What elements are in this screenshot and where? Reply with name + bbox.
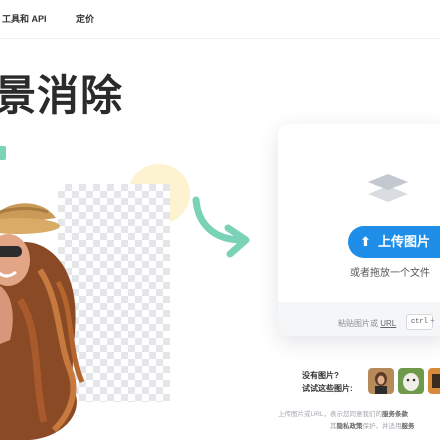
paste-hint: 粘贴图片或 URL xyxy=(338,318,396,329)
paste-url-link[interactable]: URL xyxy=(380,319,396,328)
upload-card: ⬆ 上传图片 或者拖放一个文件 粘贴图片或 URL ctrl + xyxy=(278,124,440,336)
upload-button-label: 上传图片 xyxy=(378,234,431,249)
service-link[interactable]: 服务 xyxy=(402,423,415,430)
upload-icon: ⬆ xyxy=(360,234,371,249)
arrow-icon xyxy=(192,196,250,258)
legal-line-1-text: 上传图片或URL，表示您同意我们的 xyxy=(278,411,383,418)
legal-line-2-mid: 保护，并适用 xyxy=(362,423,402,430)
legal-line-1: 上传图片或URL，表示您同意我们的服务条款 xyxy=(278,408,408,418)
legal-line-2: 其隐私政策保护，并适用服务 xyxy=(330,420,415,430)
ctrl-key-badge: ctrl xyxy=(406,314,433,330)
try-these-label: 试试这些图片: xyxy=(302,384,353,393)
no-image-label: 没有图片? xyxy=(302,371,339,380)
nav-tools-api-link[interactable]: 工具和 API xyxy=(2,12,47,25)
nav-pricing-link[interactable]: 定价 xyxy=(76,12,94,25)
upload-image-button[interactable]: ⬆ 上传图片 xyxy=(348,226,440,258)
sample-thumbnail-animal[interactable] xyxy=(398,368,424,394)
terms-link[interactable]: 服务条款 xyxy=(382,411,408,418)
decorative-shape xyxy=(0,146,6,160)
sample-thumbnail-object[interactable] xyxy=(428,368,440,394)
sample-thumbnail-woman[interactable] xyxy=(368,368,394,394)
privacy-policy-link[interactable]: 隐私政策 xyxy=(337,423,363,430)
top-nav: 工具和 API 定价 xyxy=(0,0,440,39)
sample-portrait-image xyxy=(0,203,85,440)
drop-file-text: 或者拖放一个文件 xyxy=(350,268,430,279)
key-plus: + xyxy=(430,316,435,325)
layers-icon xyxy=(368,174,408,202)
paste-prefix: 粘贴图片或 xyxy=(338,319,378,328)
hero-title: 景消除 xyxy=(0,72,124,119)
